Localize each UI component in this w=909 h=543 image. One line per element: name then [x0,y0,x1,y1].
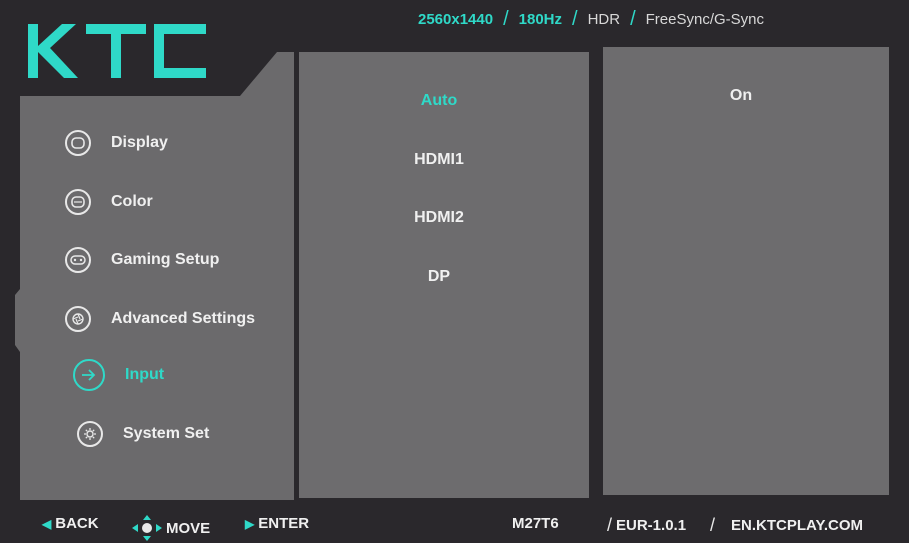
back-hint: ◀ BACK [42,515,99,532]
move-label: MOVE [166,519,211,537]
aperture-icon [65,306,91,332]
website-text: / EN.KTCPLAY.COM [710,515,863,535]
separator-slash: / [630,7,636,30]
sidebar-item-input[interactable]: Input [73,359,164,391]
hdr-text: HDR [587,10,621,28]
gamepad-icon [65,247,91,273]
enter-hint: ▶ ENTER [245,515,309,532]
model-text: M27T6 [512,515,559,532]
right-arrow-icon: ▶ [245,516,255,531]
ktc-logo [28,24,206,78]
input-options-panel: Auto HDMI1 HDMI2 DP [299,52,589,498]
sidebar-item-system-set[interactable]: System Set [77,421,209,447]
separator-slash: / [503,7,509,30]
sidebar-item-label: System Set [123,425,210,442]
sidebar-item-label: Gaming Setup [111,251,220,268]
enter-label: ENTER [258,515,310,532]
refresh-rate-text: 180Hz [518,10,563,28]
firmware-text: / EUR-1.0.1 [607,515,687,535]
sidebar-item-display[interactable]: Display [65,130,168,156]
gear-icon [77,421,103,447]
dpad-icon [132,515,162,541]
color-icon [65,189,91,215]
sidebar-item-label: Advanced Settings [111,310,256,327]
display-icon [65,130,91,156]
sidebar-item-label: Color [111,193,153,210]
spec-bar: 2560x1440 / 180Hz / HDR / FreeSync/G-Syn… [418,8,764,30]
value-panel: On [603,47,889,495]
sidebar-item-advanced-settings[interactable]: Advanced Settings [65,306,255,332]
option-hdmi1[interactable]: HDMI1 [299,151,579,169]
sidebar-item-label: Input [125,366,165,383]
sync-text: FreeSync/G-Sync [645,10,765,28]
separator-slash: / [572,7,578,30]
option-auto[interactable]: Auto [299,92,579,110]
option-hdmi2[interactable]: HDMI2 [299,209,579,227]
back-label: BACK [55,515,99,532]
setting-value[interactable]: On [603,87,879,105]
sidebar-item-label: Display [111,134,168,151]
option-dp[interactable]: DP [299,268,579,286]
osd-main-menu: Display Color Gaming Setup Advanced Sett… [15,52,294,500]
move-hint: MOVE [132,515,210,541]
osd-footer: ◀ BACK MOVE ▶ ENTER M27T6 / EUR-1.0.1 / … [0,515,909,541]
left-arrow-icon: ◀ [42,516,52,531]
sidebar-item-gaming-setup[interactable]: Gaming Setup [65,247,219,273]
resolution-text: 2560x1440 [418,10,494,28]
sidebar-item-color[interactable]: Color [65,189,153,215]
input-arrow-icon [73,359,105,391]
